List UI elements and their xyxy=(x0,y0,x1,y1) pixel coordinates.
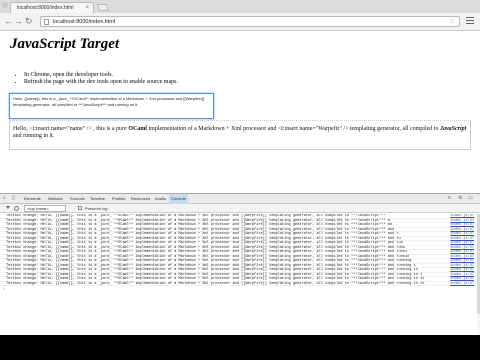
console-drawer-icon[interactable]: ≡ xyxy=(448,196,453,201)
preserve-log-label: Preserve log xyxy=(85,206,108,211)
tab-profiles[interactable]: Profiles xyxy=(110,194,127,204)
tab-sources[interactable]: Sources xyxy=(68,194,87,204)
page-title: JavaScript Target xyxy=(10,36,120,52)
browser-window: localhost:8000/index.html × ← → ↻ localh… xyxy=(0,0,480,335)
console-source-link[interactable]: index.js:47 xyxy=(450,277,474,281)
console-prompt[interactable]: › xyxy=(0,286,480,292)
prompt-chevron-icon: › xyxy=(3,286,5,292)
output-text: Hello, <t:insert name="name" /> , this i… xyxy=(13,126,117,132)
console-source-link[interactable]: index.js:47 xyxy=(450,250,474,254)
inspect-icon[interactable]: ⌕ xyxy=(3,196,8,201)
console-message: Textbox change: Hello, {{name}}, this is… xyxy=(6,263,416,268)
console-message: Textbox change: Hello, {{name}}, this is… xyxy=(6,218,390,223)
instruction-item: Refresh the page with the dev tools open… xyxy=(24,79,178,86)
console-message: Textbox change: Hello, {{name}}, this is… xyxy=(6,277,425,281)
console-source-link[interactable]: index.js:47 xyxy=(450,268,474,272)
console-log: Textbox change: Hello, {{name}}, this is… xyxy=(0,214,480,335)
dock-icon[interactable]: ▭ xyxy=(468,196,473,201)
console-source-link[interactable]: index.js:47 xyxy=(450,282,474,286)
tab-title: localhost:8000/index.html xyxy=(17,5,74,11)
clear-console-icon[interactable] xyxy=(14,206,19,211)
console-message: Textbox change: Hello, {{name}}, this is… xyxy=(6,268,418,272)
console-message: Textbox change: Hello, {{name}}, this is… xyxy=(6,281,427,286)
console-source-link[interactable]: index.js:47 xyxy=(450,214,474,218)
console-message: Textbox change: Hello, {{name}}, this is… xyxy=(6,227,395,232)
console-message: Textbox change: Hello, {{name}}, this is… xyxy=(6,254,410,259)
page-icon xyxy=(44,19,49,25)
console-message: Textbox change: Hello, {{name}}, this is… xyxy=(6,259,412,263)
output-emphasis: pure xyxy=(116,126,127,132)
tab-timeline[interactable]: Timeline xyxy=(88,194,107,204)
settings-gear-icon[interactable]: ⚙ xyxy=(458,196,463,201)
markdown-input[interactable]: Hello, {{name}}, this is a _pure_ **OCam… xyxy=(9,93,214,119)
preserve-log-checkbox[interactable] xyxy=(78,206,82,210)
console-source-link[interactable]: index.js:47 xyxy=(450,264,474,268)
bookmark-star-icon[interactable]: ☆ xyxy=(449,17,455,27)
browser-tab[interactable]: localhost:8000/index.html × xyxy=(10,2,94,13)
console-source-link[interactable]: index.js:47 xyxy=(450,237,474,241)
console-source-link[interactable]: index.js:47 xyxy=(450,255,474,259)
console-message: Textbox change: Hello, {{name}}, this is… xyxy=(6,250,408,254)
devtools-tabs: ⌕ ▯ Elements Network Sources Timeline Pr… xyxy=(0,194,480,204)
console-message: Textbox change: Hello, {{name}}, this is… xyxy=(6,232,399,236)
devtools-panel: ⌕ ▯ Elements Network Sources Timeline Pr… xyxy=(0,193,480,335)
console-source-link[interactable]: index.js:47 xyxy=(450,219,474,223)
console-rows: Textbox change: Hello, {{name}}, this is… xyxy=(0,214,480,286)
page-content: JavaScript Target In Chrome, open the de… xyxy=(0,32,480,192)
new-tab-button[interactable] xyxy=(96,4,110,11)
screen: localhost:8000/index.html × ← → ↻ localh… xyxy=(0,0,480,360)
frame-select[interactable]: <top frame> xyxy=(24,205,66,212)
console-source-link[interactable]: index.js:47 xyxy=(450,232,474,236)
output-strong: OCaml xyxy=(128,126,147,132)
output-text: implementation of a Markdown + Xml proce… xyxy=(146,126,440,132)
window-button-icon[interactable] xyxy=(2,2,8,8)
tab-elements[interactable]: Elements xyxy=(22,194,43,204)
instructions-list: In Chrome, open the developer tools. Ref… xyxy=(14,72,178,86)
filter-icon[interactable] xyxy=(6,206,10,209)
console-message: Textbox change: Hello, {{name}}, this is… xyxy=(6,272,423,277)
console-source-link[interactable]: index.js:47 xyxy=(450,241,474,245)
console-source-link[interactable]: index.js:47 xyxy=(450,223,474,227)
device-icon[interactable]: ▯ xyxy=(12,196,17,201)
back-icon[interactable]: ← xyxy=(4,16,13,26)
console-message: Textbox change: Hello, {{name}}, this is… xyxy=(6,241,403,245)
rendered-output: Hello, <t:insert name="name" /> , this i… xyxy=(9,120,471,150)
menu-icon[interactable] xyxy=(466,17,474,25)
instruction-item: In Chrome, open the developer tools. xyxy=(24,72,178,79)
tab-console[interactable]: Console xyxy=(169,194,188,204)
tab-strip: localhost:8000/index.html × xyxy=(0,0,480,13)
forward-icon[interactable]: → xyxy=(14,16,23,26)
console-source-link[interactable]: index.js:47 xyxy=(450,259,474,263)
tab-audits[interactable]: Audits xyxy=(153,194,168,204)
console-message: Textbox change: Hello, {{name}}, this is… xyxy=(6,245,405,250)
tab-close-icon[interactable]: × xyxy=(85,3,89,13)
tab-network[interactable]: Network xyxy=(46,194,65,204)
output-text: and running in it. xyxy=(13,133,55,139)
console-toolbar: <top frame> Preserve log xyxy=(0,204,480,213)
console-message: Textbox change: Hello, {{name}}, this is… xyxy=(6,236,401,241)
browser-toolbar: ← → ↻ localhost:8000/index.html ☆ xyxy=(0,13,480,31)
output-strong-emphasis: JavaScript xyxy=(439,126,467,132)
address-bar[interactable]: localhost:8000/index.html ☆ xyxy=(40,16,460,27)
console-message: Textbox change: Hello, {{name}}, this is… xyxy=(6,214,386,218)
console-source-link[interactable]: index.js:47 xyxy=(450,246,474,250)
tab-resources[interactable]: Resources xyxy=(129,194,152,204)
console-message: Textbox change: Hello, {{name}}, this is… xyxy=(6,223,393,227)
console-source-link[interactable]: index.js:47 xyxy=(450,228,474,232)
url-text: localhost:8000/index.html xyxy=(53,19,116,25)
reload-icon[interactable]: ↻ xyxy=(25,16,33,26)
console-source-link[interactable]: index.js:47 xyxy=(450,273,474,277)
